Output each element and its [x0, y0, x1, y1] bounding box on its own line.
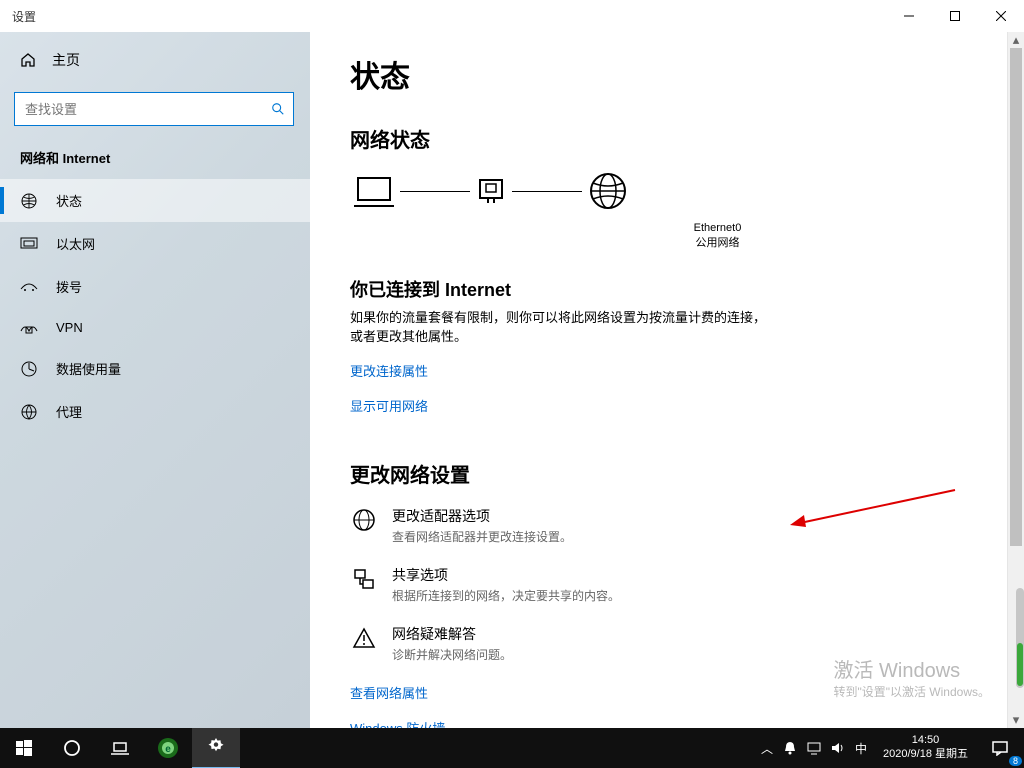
option-desc: 诊断并解决网络问题。	[392, 646, 512, 663]
scroll-up-icon[interactable]: ▴	[1008, 32, 1024, 48]
troubleshoot-icon	[350, 624, 378, 663]
taskbar-clock[interactable]: 14:502020/9/18 星期五	[875, 734, 976, 762]
ethernet-icon	[20, 237, 38, 251]
home-icon	[20, 52, 36, 68]
sidebar-home-label: 主页	[52, 50, 80, 70]
proxy-icon	[20, 403, 38, 421]
taskbar-app-settings[interactable]	[192, 727, 240, 768]
link-network-props[interactable]: 查看网络属性	[350, 683, 428, 702]
sidebar-item-label: 以太网	[56, 234, 95, 253]
page-title: 状态	[350, 52, 967, 96]
connected-desc: 如果你的流量套餐有限制，则你可以将此网络设置为按流量计费的连接，或者更改其他属性…	[350, 308, 770, 347]
taskbar-app-browser[interactable]: e	[144, 728, 192, 768]
adapter-icon	[476, 176, 506, 206]
overlay-scrollbar[interactable]	[1016, 588, 1024, 688]
system-tray[interactable]: ︿ 中	[753, 740, 875, 757]
cortana-button[interactable]	[48, 728, 96, 768]
sharing-icon	[350, 565, 378, 604]
sidebar-item-label: VPN	[56, 320, 83, 335]
link-show-networks[interactable]: 显示可用网络	[350, 396, 428, 415]
status-icon	[20, 192, 38, 210]
globe-icon	[588, 171, 628, 211]
svg-text:e: e	[165, 744, 171, 755]
option-desc: 根据所连接到的网络，决定要共享的内容。	[392, 587, 620, 604]
sidebar-item-proxy[interactable]: 代理	[0, 390, 310, 433]
adapter-options-icon	[350, 506, 378, 545]
option-title: 共享选项	[392, 565, 620, 585]
scroll-down-icon[interactable]: ▾	[1008, 712, 1024, 728]
sidebar-item-ethernet[interactable]: 以太网	[0, 222, 310, 265]
vpn-icon	[20, 321, 38, 335]
sidebar-item-status[interactable]: 状态	[0, 179, 310, 222]
window-title: 设置	[12, 8, 36, 25]
sidebar-item-label: 拨号	[56, 277, 82, 296]
option-title: 网络疑难解答	[392, 624, 512, 644]
start-button[interactable]	[0, 728, 48, 768]
action-center-button[interactable]	[976, 728, 1024, 768]
connected-heading: 你已连接到 Internet	[350, 276, 967, 302]
data-usage-icon	[20, 360, 38, 378]
option-adapter[interactable]: 更改适配器选项查看网络适配器并更改连接设置。	[350, 506, 850, 545]
sidebar-item-label: 代理	[56, 402, 82, 421]
sidebar-category: 网络和 Internet	[0, 142, 310, 173]
diagram-label: Ethernet0公用网络	[468, 221, 967, 252]
maximize-button[interactable]	[932, 0, 978, 32]
task-view-button[interactable]	[96, 728, 144, 768]
scrollbar-thumb[interactable]	[1010, 48, 1022, 546]
sidebar-item-label: 状态	[56, 191, 82, 210]
option-title: 更改适配器选项	[392, 506, 572, 526]
activation-watermark: 激活 Windows 转到"设置"以激活 Windows。	[833, 654, 990, 700]
link-firewall[interactable]: Windows 防火墙	[350, 718, 445, 728]
option-troubleshoot[interactable]: 网络疑难解答诊断并解决网络问题。	[350, 624, 850, 663]
search-box[interactable]	[14, 92, 294, 126]
tray-chevron-icon[interactable]: ︿	[761, 740, 773, 757]
sidebar-item-dialup[interactable]: 拨号	[0, 265, 310, 308]
search-icon	[271, 102, 285, 116]
close-button[interactable]	[978, 0, 1024, 32]
taskbar: e ︿ 中 14:502020/9/18 星期五	[0, 728, 1024, 768]
tray-ime[interactable]: 中	[855, 740, 867, 757]
titlebar: 设置	[0, 0, 1024, 32]
tray-network-icon[interactable]	[807, 741, 821, 755]
sidebar-home[interactable]: 主页	[0, 40, 310, 80]
section-change-settings: 更改网络设置	[350, 459, 967, 488]
device-icon	[354, 174, 394, 208]
minimize-button[interactable]	[886, 0, 932, 32]
sidebar-item-vpn[interactable]: VPN	[0, 308, 310, 347]
search-input[interactable]	[23, 101, 271, 118]
section-network-status: 网络状态	[350, 124, 967, 153]
option-sharing[interactable]: 共享选项根据所连接到的网络，决定要共享的内容。	[350, 565, 850, 604]
network-diagram	[354, 171, 967, 211]
option-desc: 查看网络适配器并更改连接设置。	[392, 528, 572, 545]
link-change-connection[interactable]: 更改连接属性	[350, 361, 428, 380]
dialup-icon	[20, 281, 38, 293]
tray-notification-icon[interactable]	[783, 741, 797, 755]
sidebar-item-label: 数据使用量	[56, 359, 121, 378]
sidebar-item-data-usage[interactable]: 数据使用量	[0, 347, 310, 390]
content-area: 状态 网络状态 Ethernet0公用网络 你已连接到 Internet 如果你…	[310, 32, 1024, 728]
sidebar: 主页 网络和 Internet 状态 以太网 拨号 VPN	[0, 32, 310, 728]
tray-volume-icon[interactable]	[831, 741, 845, 755]
